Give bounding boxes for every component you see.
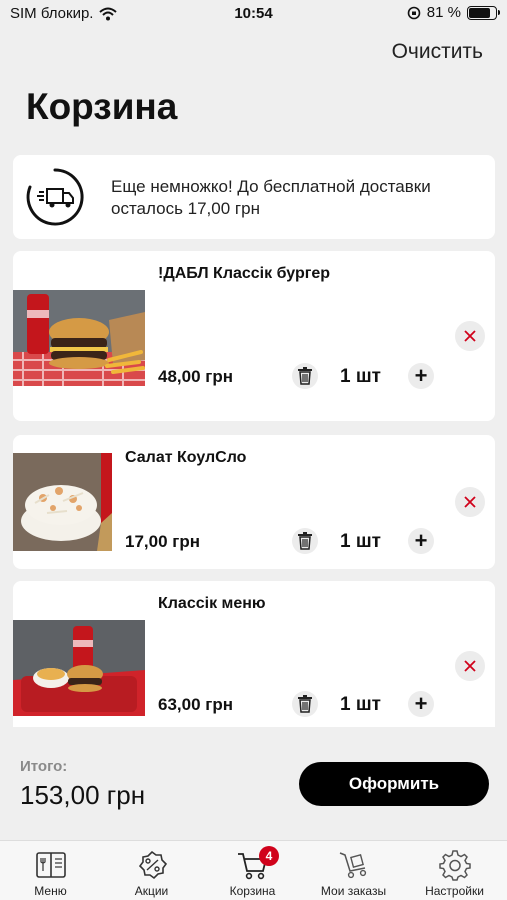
free-delivery-banner: Еще немножко! До бесплатной доставки ост… bbox=[13, 155, 495, 239]
item-quantity: 1 шт bbox=[340, 531, 381, 552]
tab-label: Настройки bbox=[425, 884, 484, 898]
plus-icon: + bbox=[414, 363, 428, 388]
delivery-truck-icon bbox=[26, 168, 84, 226]
cart-item: Салат КоулСло 17,00 грн 1 шт + bbox=[13, 435, 495, 569]
close-icon bbox=[464, 330, 476, 342]
item-price: 63,00 грн bbox=[158, 695, 233, 714]
increase-quantity-button[interactable]: + bbox=[408, 691, 434, 717]
free-delivery-text: Еще немножко! До бесплатной доставки ост… bbox=[111, 177, 431, 218]
remove-item-button[interactable] bbox=[455, 321, 485, 351]
increase-quantity-button[interactable]: + bbox=[408, 528, 434, 554]
item-name: !ДАБЛ Классік бургер bbox=[158, 265, 331, 282]
item-name: Салат КоулСло bbox=[125, 449, 247, 466]
remove-item-button[interactable] bbox=[455, 487, 485, 517]
item-quantity: 1 шт bbox=[340, 694, 381, 715]
plus-icon: + bbox=[414, 691, 428, 716]
cart-badge: 4 bbox=[259, 846, 279, 866]
total-value: 153,00 грн bbox=[20, 780, 146, 810]
tab-cart[interactable]: 4 Корзина bbox=[202, 841, 303, 900]
tab-label: Корзина bbox=[229, 884, 276, 898]
salad-photo bbox=[13, 453, 112, 551]
item-price: 48,00 грн bbox=[158, 367, 233, 386]
item-name: Классік меню bbox=[158, 595, 266, 612]
close-icon bbox=[464, 496, 476, 508]
cart-item: Классік меню 63,00 грн 1 шт + bbox=[13, 581, 495, 727]
trash-icon bbox=[298, 367, 312, 385]
status-right: 81 % bbox=[407, 4, 500, 21]
clear-cart-button[interactable]: Очистить bbox=[392, 40, 483, 64]
battery-icon bbox=[467, 5, 500, 20]
tab-label: Меню bbox=[34, 884, 67, 898]
gear-icon bbox=[438, 850, 471, 881]
increase-quantity-button[interactable]: + bbox=[408, 363, 434, 389]
tab-bar: Меню Акции 4 Корзина Мои заказы Настройк… bbox=[0, 840, 507, 900]
discount-icon bbox=[138, 850, 167, 880]
remove-item-button[interactable] bbox=[455, 651, 485, 681]
tab-label: Мои заказы bbox=[320, 884, 387, 898]
page-title: Корзина bbox=[26, 86, 178, 127]
item-quantity: 1 шт bbox=[340, 366, 381, 387]
plus-icon: + bbox=[414, 528, 428, 553]
status-bar: SIM блокир. 10:54 81 % bbox=[0, 0, 507, 28]
decrease-quantity-button[interactable] bbox=[292, 691, 318, 717]
item-price: 17,00 грн bbox=[125, 532, 200, 551]
decrease-quantity-button[interactable] bbox=[292, 528, 318, 554]
decrease-quantity-button[interactable] bbox=[292, 363, 318, 389]
rotation-lock-icon bbox=[407, 6, 421, 19]
tab-settings[interactable]: Настройки bbox=[404, 841, 505, 900]
tab-menu[interactable]: Меню bbox=[0, 841, 101, 900]
close-icon bbox=[464, 660, 476, 672]
burger-photo bbox=[13, 290, 145, 386]
trash-icon bbox=[298, 532, 312, 550]
tab-promotions[interactable]: Акции bbox=[101, 841, 202, 900]
cart-item: !ДАБЛ Классік бургер 48,00 грн 1 шт + bbox=[13, 251, 495, 421]
menu-photo bbox=[13, 620, 145, 716]
battery-percent: 81 % bbox=[426, 4, 461, 21]
tab-label: Акции bbox=[134, 884, 169, 898]
total-label: Итого: bbox=[20, 758, 68, 775]
checkout-button[interactable]: Оформить bbox=[299, 762, 489, 806]
orders-cart-icon bbox=[339, 852, 366, 879]
trash-icon bbox=[298, 695, 312, 713]
tab-my-orders[interactable]: Мои заказы bbox=[303, 841, 404, 900]
menu-book-icon bbox=[35, 852, 66, 878]
